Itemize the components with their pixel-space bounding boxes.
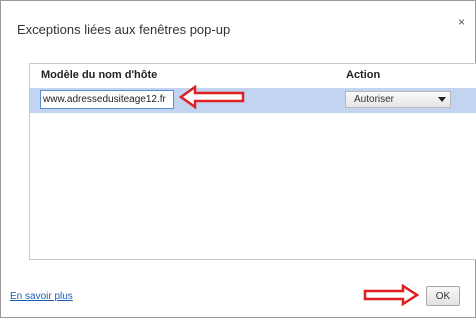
ok-button[interactable]: OK: [426, 286, 460, 306]
close-icon[interactable]: ×: [458, 15, 465, 29]
learn-more-link[interactable]: En savoir plus: [10, 291, 73, 302]
popup-exceptions-dialog: Exceptions liées aux fenêtres pop-up × M…: [0, 0, 476, 318]
exceptions-table: Modèle du nom d'hôte Action Autoriser: [29, 63, 476, 260]
dialog-title: Exceptions liées aux fenêtres pop-up: [17, 22, 231, 37]
chevron-down-icon: [438, 97, 446, 102]
action-dropdown-value: Autoriser: [354, 94, 395, 105]
table-row[interactable]: Autoriser: [30, 88, 476, 113]
host-pattern-column-header: Modèle du nom d'hôte: [41, 69, 158, 81]
table-header: Modèle du nom d'hôte Action: [30, 64, 476, 88]
red-arrow-right-icon: [363, 284, 419, 306]
host-pattern-input[interactable]: [40, 90, 174, 109]
red-arrow-left-icon: [179, 85, 245, 109]
action-column-header: Action: [346, 69, 381, 81]
action-dropdown[interactable]: Autoriser: [345, 91, 451, 108]
